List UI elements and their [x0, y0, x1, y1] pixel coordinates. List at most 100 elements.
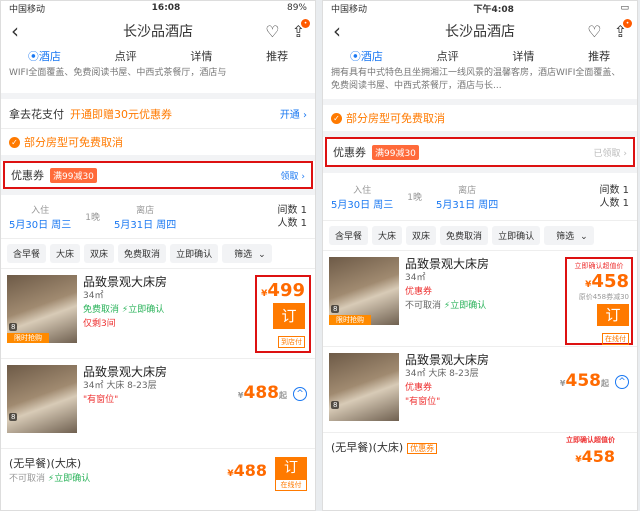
heart-icon[interactable]: ♡	[587, 22, 601, 41]
photo-count: 8	[331, 401, 340, 409]
filter-free-cancel[interactable]: 免费取消	[118, 244, 167, 263]
date-selector[interactable]: 入住 5月30日 周三 1晚 离店 5月31日 周四 间数 1 人数 1	[323, 167, 637, 221]
pay-at-hotel: 到店付	[278, 336, 305, 348]
coupon-row[interactable]: 优惠券 满99减30 已领取 ›	[325, 137, 635, 167]
rate-policy: 不可取消 ⚡立即确认	[9, 474, 91, 484]
clock: 下午4:08	[473, 4, 514, 15]
checkout-date[interactable]: 离店 5月31日 周四	[114, 203, 176, 231]
claim-coupon-button[interactable]: 领取 ›	[281, 169, 305, 182]
guest-count: 人数 1	[277, 217, 307, 229]
battery-icon: ▭	[620, 3, 629, 13]
carrier: 中国移动	[331, 4, 368, 15]
expand-icon[interactable]: ^	[293, 387, 307, 401]
room-item[interactable]: 8 限时抢购 品致景观大床房 34㎡ 免费取消 ⚡立即确认 仅剩3间 ¥499 …	[1, 269, 315, 359]
filter-king-bed[interactable]: 大床	[50, 244, 81, 263]
room-photo[interactable]: 8 限时抢购	[7, 275, 77, 343]
free-cancel-text: 部分房型可免费取消	[24, 136, 123, 149]
status-bar: 中国移动 下午4:08 ▭	[323, 1, 637, 15]
room-guest-selector[interactable]: 间数 1 人数 1	[599, 184, 629, 210]
right-phone-screen: 中国移动 下午4:08 ▭ ‹ 长沙品酒店 ♡ ⇪ • ⦿酒店 点评 详情 推荐 …	[322, 0, 638, 511]
checkin-label: 入住	[353, 185, 372, 196]
tab-hotel[interactable]: ⦿酒店	[28, 48, 61, 64]
checkin-value: 5月30日 周三	[331, 199, 394, 211]
filter-breakfast[interactable]: 含早餐	[329, 226, 369, 245]
coupon-tag: 满99减30	[50, 167, 97, 183]
filter-king-bed[interactable]: 大床	[372, 226, 403, 245]
filter-breakfast[interactable]: 含早餐	[7, 244, 47, 263]
check-icon: ✓	[9, 136, 20, 148]
checkin-date[interactable]: 入住 5月30日 周三	[331, 183, 393, 211]
filter-more[interactable]: 筛选 ⌄	[222, 244, 272, 263]
price-box: 立即确认超值价 ¥458 原价458券减30 订 在线付	[565, 257, 633, 345]
tab-details[interactable]: 详情	[190, 48, 212, 64]
nav-bar: ‹ 长沙品酒店 ♡ ⇪ •	[1, 15, 315, 47]
nights-count: 1晚	[85, 213, 100, 223]
free-cancel-text: 部分房型可免费取消	[346, 112, 445, 125]
hotel-intro[interactable]: WIFI全面覆盖、免费阅读书屋、中西式茶餐厅，酒店与	[1, 65, 315, 99]
checkin-date[interactable]: 入住 5月30日 周三	[9, 203, 71, 231]
filter-instant-confirm[interactable]: 立即确认	[492, 226, 541, 245]
rate-book[interactable]: 订 在线付	[275, 457, 307, 491]
book-button[interactable]: 订	[597, 304, 629, 326]
book-button[interactable]: 订	[273, 303, 305, 329]
filter-instant-confirm[interactable]: 立即确认	[170, 244, 219, 263]
tab-recommend[interactable]: 推荐	[588, 48, 610, 64]
share-icon[interactable]: ⇪ •	[292, 18, 310, 41]
payment-promo-row[interactable]: 拿去花支付 开通即赠30元优惠券 开通 ›	[1, 99, 315, 129]
room-photo[interactable]: 8	[329, 353, 399, 421]
payment-promo: 开通即赠30元优惠券	[70, 107, 172, 121]
room-item[interactable]: 8 品致景观大床房 34㎡ 大床 8-23层 优惠券 "有窗位" ¥458起 ^	[323, 347, 637, 433]
filter-bar: 含早餐 大床 双床 免费取消 立即确认 筛选 ⌄	[323, 221, 637, 251]
room-price: ¥458	[585, 271, 629, 292]
room-photo[interactable]: 8 限时抢购	[329, 257, 399, 325]
coupon-label: 优惠券	[333, 146, 366, 159]
guest-count: 人数 1	[599, 197, 629, 209]
price-note: 原价458券减30	[578, 293, 629, 301]
heart-icon[interactable]: ♡	[265, 22, 279, 41]
coupon-row[interactable]: 优惠券 满99减30 领取 ›	[3, 161, 313, 189]
room-item[interactable]: 8 限时抢购 品致景观大床房 34㎡ 优惠券 不可取消 ⚡立即确认 立即确认超值…	[323, 251, 637, 347]
checkout-date[interactable]: 离店 5月31日 周四	[436, 183, 498, 211]
filter-twin-bed[interactable]: 双床	[84, 244, 115, 263]
filter-twin-bed[interactable]: 双床	[406, 226, 437, 245]
best-price-label: 立即确认超值价	[574, 262, 624, 270]
room-name: 品致景观大床房	[405, 353, 490, 367]
tab-reviews[interactable]: 点评	[115, 48, 137, 64]
best-price-label: 立即确认超值价	[566, 436, 615, 444]
room-item[interactable]: 8 品致景观大床房 34㎡ 大床 8-23层 "有窗位" ¥488起 ^	[1, 359, 315, 449]
checkout-label: 离店	[458, 185, 477, 196]
date-selector[interactable]: 入住 5月30日 周三 1晚 离店 5月31日 周四 间数 1 人数 1	[1, 189, 315, 239]
room-photo[interactable]: 8	[7, 365, 77, 433]
book-button[interactable]: 订	[275, 457, 307, 479]
expand-icon[interactable]: ^	[615, 375, 629, 389]
rate-plan[interactable]: (无早餐)(大床) 优惠券 立即确认超值价 ¥458	[323, 433, 637, 493]
check-icon: ✓	[331, 112, 342, 124]
photo-count: 8	[331, 305, 340, 313]
rate-price: 立即确认超值价 ¥458	[566, 436, 615, 466]
room-guest-selector[interactable]: 间数 1 人数 1	[277, 204, 307, 230]
rate-plan[interactable]: (无早餐)(大床) 不可取消 ⚡立即确认 ¥488 订 在线付	[1, 449, 315, 509]
share-icon[interactable]: ⇪ •	[614, 18, 632, 41]
filter-free-cancel[interactable]: 免费取消	[440, 226, 489, 245]
tab-details[interactable]: 详情	[512, 48, 534, 64]
filter-more[interactable]: 筛选 ⌄	[544, 226, 594, 245]
tab-reviews[interactable]: 点评	[437, 48, 459, 64]
room-count: 间数 1	[599, 184, 629, 196]
payment-label: 拿去花支付	[9, 107, 64, 121]
tab-recommend[interactable]: 推荐	[266, 48, 288, 64]
pay-online: 在线付	[602, 333, 629, 345]
tab-hotel[interactable]: ⦿酒店	[350, 48, 383, 64]
carrier: 中国移动	[9, 4, 46, 15]
nights-count: 1晚	[407, 193, 422, 203]
coupon-tag: 满99减30	[372, 144, 419, 160]
checkin-label: 入住	[31, 205, 50, 216]
photo-count: 8	[9, 413, 18, 421]
activate-link[interactable]: 开通 ›	[280, 106, 307, 121]
back-icon[interactable]: ‹	[333, 19, 353, 43]
hotel-intro[interactable]: 拥有具有中式特色且坐拥湘江一线风景的温馨客房，酒店WIFI全面覆盖、免费阅读书屋…	[323, 65, 637, 105]
free-cancel-row: ✓ 部分房型可免费取消	[323, 105, 637, 137]
battery: 89%	[286, 3, 307, 13]
back-icon[interactable]: ‹	[11, 19, 31, 43]
room-price: ¥458起	[559, 371, 609, 391]
coupon-claimed[interactable]: 已领取 ›	[594, 146, 627, 159]
